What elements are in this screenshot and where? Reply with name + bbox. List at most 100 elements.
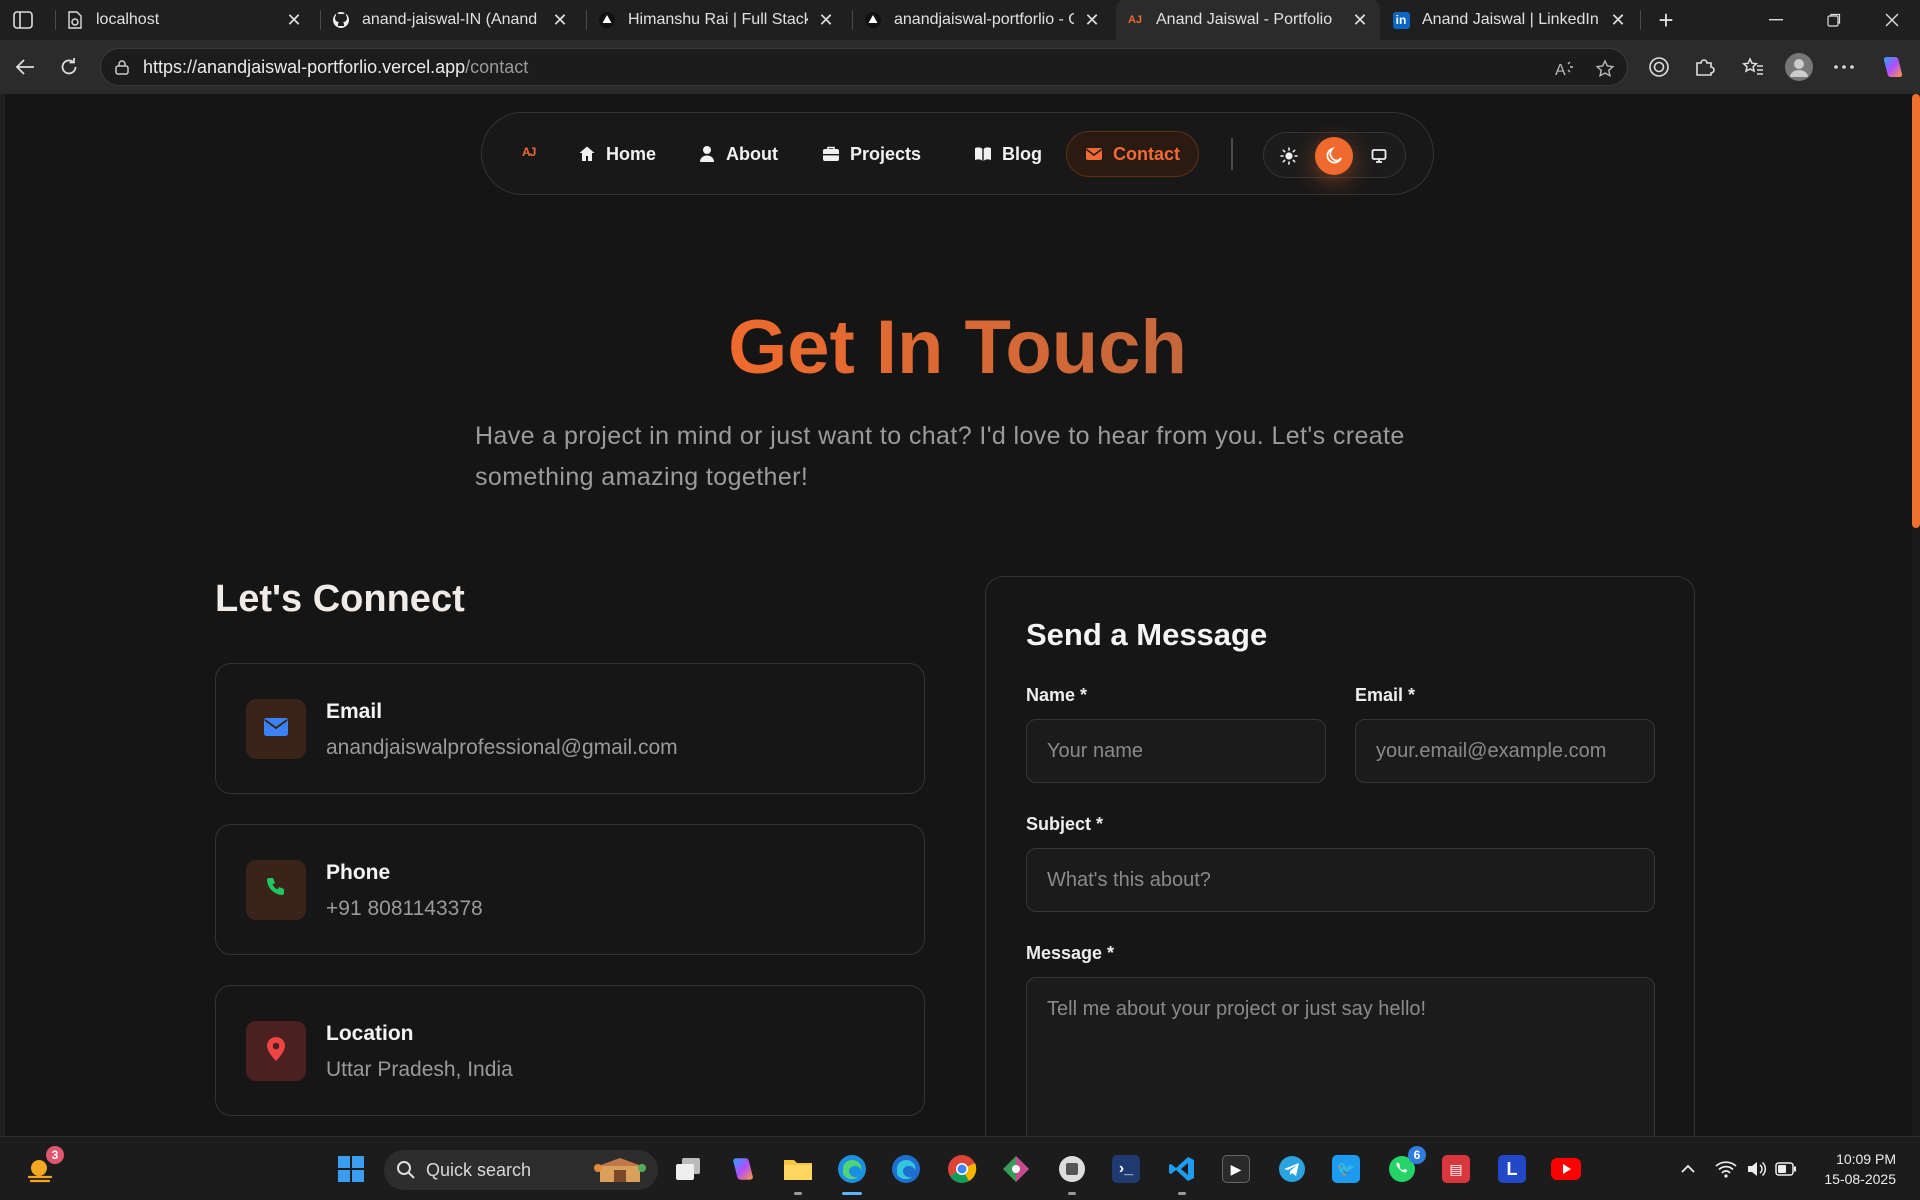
tab-label: Anand Jaiswal | LinkedIn [1422, 11, 1599, 28]
phone-icon-box [246, 860, 306, 920]
contact-card-phone[interactable]: Phone +91 8081143378 [215, 824, 925, 955]
more-menu-icon[interactable] [1827, 50, 1861, 84]
nav-label: Contact [1113, 143, 1180, 164]
github-icon [332, 11, 350, 29]
user-icon [698, 145, 716, 163]
contact-card-email[interactable]: Email anandjaiswalprofessional@gmail.com [215, 663, 925, 794]
copilot-app-icon[interactable] [722, 1149, 762, 1189]
terminal-app-icon[interactable]: ▶ [1216, 1149, 1256, 1189]
lock-icon[interactable] [115, 59, 129, 75]
weather-badge: 3 [46, 1146, 64, 1164]
start-button[interactable] [331, 1149, 371, 1189]
search-highlight-icon [592, 1156, 648, 1189]
clock-time: 10:09 PM [1836, 1151, 1896, 1167]
tab-portfolio-active[interactable]: AJ Anand Jaiswal - Portfolio ✕ [1116, 0, 1380, 40]
contact-form: Send a Message Name * Email * Subject * … [985, 576, 1695, 1136]
read-aloud-icon[interactable]: A [1555, 59, 1575, 79]
windows-taskbar: 3 Quick search ›_ ▶ 🐦 6 ▤ L 10:09 PM 15-… [0, 1136, 1920, 1200]
email-label: Email * [1355, 685, 1416, 705]
vercel-icon [864, 11, 882, 29]
nav-item-blog[interactable]: Blog [956, 131, 1060, 177]
close-icon[interactable]: ✕ [284, 10, 304, 30]
edge-dev-icon[interactable] [886, 1149, 926, 1189]
telegram-icon[interactable] [1272, 1149, 1312, 1189]
favorites-icon[interactable] [1736, 50, 1770, 84]
tab-himanshu[interactable]: Himanshu Rai | Full Stack • Dev ✕ [588, 0, 846, 40]
close-icon[interactable]: ✕ [1608, 10, 1628, 30]
form-title: Send a Message [1026, 617, 1268, 652]
new-tab-button[interactable]: + [1652, 5, 1680, 35]
extensions-icon[interactable] [1687, 50, 1721, 84]
contact-card-title: Email [326, 700, 383, 723]
site-logo[interactable]: AJ [522, 145, 536, 159]
system-clock[interactable]: 10:09 PM 15-08-2025 [1824, 1149, 1896, 1189]
name-input[interactable] [1026, 719, 1326, 783]
back-button[interactable] [8, 50, 42, 84]
contact-card-title: Phone [326, 861, 391, 884]
weather-widget[interactable]: 3 [20, 1146, 64, 1189]
chevron-up-icon[interactable] [1676, 1157, 1700, 1181]
volume-icon[interactable] [1744, 1157, 1768, 1181]
gear-doc-icon [66, 11, 84, 29]
address-bar[interactable]: https://anandjaiswal-portforlio.vercel.a… [100, 48, 1628, 86]
aj-logo-icon: AJ [1127, 14, 1143, 26]
youtube-icon[interactable] [1546, 1149, 1586, 1189]
copilot-icon[interactable] [1875, 50, 1909, 84]
scrollbar-thumb[interactable] [1912, 94, 1920, 528]
tab-linkedin[interactable]: in Anand Jaiswal | LinkedIn ✕ [1382, 0, 1638, 40]
contact-card-location[interactable]: Location Uttar Pradesh, India [215, 985, 925, 1116]
minimize-button[interactable] [1748, 0, 1804, 40]
twitter-icon[interactable]: 🐦 [1326, 1149, 1366, 1189]
dark-theme-button[interactable] [1315, 137, 1353, 175]
news-app-icon[interactable]: ▤ [1436, 1149, 1476, 1189]
git-tool-icon[interactable] [996, 1149, 1036, 1189]
contact-card-value[interactable]: anandjaiswalprofessional@gmail.com [326, 736, 678, 760]
close-window-button[interactable] [1864, 0, 1920, 40]
contact-card-value[interactable]: +91 8081143378 [326, 897, 483, 921]
app-window-icon[interactable] [1052, 1149, 1092, 1195]
close-icon[interactable]: ✕ [1350, 10, 1370, 30]
whatsapp-badge: 6 [1408, 1146, 1426, 1164]
l-app-icon[interactable]: L [1492, 1149, 1532, 1189]
contact-card-title: Location [326, 1022, 414, 1045]
phone-icon [264, 876, 288, 905]
restore-button[interactable] [1806, 0, 1862, 40]
chrome-icon[interactable] [942, 1149, 982, 1189]
tab-localhost[interactable]: localhost ✕ [56, 0, 314, 40]
close-icon[interactable]: ✕ [1082, 10, 1102, 30]
edge-browser-icon[interactable] [832, 1149, 872, 1195]
nav-label: Projects [850, 143, 922, 164]
nav-item-projects[interactable]: Projects [804, 131, 939, 177]
close-icon[interactable]: ✕ [550, 10, 570, 30]
url-host: https://anandjaiswal-portforlio.vercel.a… [143, 56, 466, 77]
tab-actions-icon[interactable] [12, 10, 34, 30]
page-scrollbar[interactable] [1912, 94, 1920, 1136]
battery-icon[interactable] [1774, 1157, 1798, 1181]
refresh-button[interactable] [52, 50, 86, 84]
tab-vercel[interactable]: anandjaiswal-portforlio - Overview ✕ [854, 0, 1112, 40]
light-theme-button[interactable] [1270, 137, 1308, 175]
nav-item-home[interactable]: Home [560, 131, 674, 177]
profile-avatar[interactable] [1782, 50, 1816, 84]
system-theme-button[interactable] [1360, 137, 1398, 175]
subject-input[interactable] [1026, 848, 1655, 912]
browser-toolbar: https://anandjaiswal-portforlio.vercel.a… [0, 40, 1920, 94]
favorite-star-icon[interactable] [1595, 59, 1615, 79]
location-icon-box [246, 1021, 306, 1081]
task-view-icon[interactable] [668, 1149, 708, 1189]
close-icon[interactable]: ✕ [816, 10, 836, 30]
whatsapp-icon[interactable]: 6 [1382, 1146, 1426, 1189]
tracking-prevention-icon[interactable] [1642, 50, 1676, 84]
powershell-icon[interactable]: ›_ [1106, 1149, 1146, 1189]
wifi-icon[interactable] [1714, 1157, 1738, 1181]
nav-item-contact[interactable]: Contact [1066, 131, 1199, 177]
book-icon [974, 145, 992, 163]
taskbar-search[interactable]: Quick search [384, 1150, 658, 1190]
email-input[interactable] [1355, 719, 1655, 783]
nav-item-about[interactable]: About [680, 131, 796, 177]
message-textarea[interactable] [1026, 977, 1655, 1136]
vscode-icon[interactable] [1162, 1149, 1202, 1195]
tab-github[interactable]: anand-jaiswal-IN (Anand Jaiswal) ✕ [322, 0, 580, 40]
file-explorer-icon[interactable] [778, 1149, 818, 1195]
page-viewport: AJ Home About Projects Blog Contact Get … [5, 94, 1920, 1136]
